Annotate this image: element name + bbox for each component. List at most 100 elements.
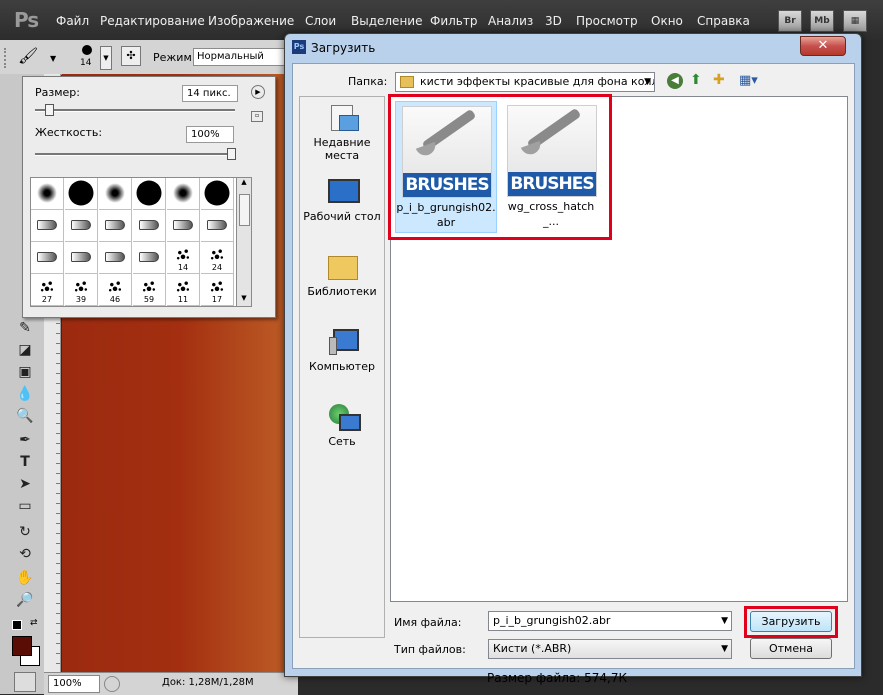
3d-rotate-icon[interactable]: ↻ (14, 522, 36, 542)
folder-select[interactable]: кисти эффекты красивые для фона колла ▼ (395, 72, 655, 92)
size-input[interactable]: 14 пикс. (182, 85, 238, 102)
status-menu-icon[interactable] (104, 676, 120, 692)
brush-preset[interactable]: 39 (65, 274, 98, 306)
brush-preset[interactable] (99, 242, 132, 274)
menu-item[interactable]: Фильтр (430, 14, 477, 28)
brush-preset[interactable] (31, 178, 64, 210)
scroll-up-icon[interactable]: ▲ (237, 178, 251, 190)
zoom-tool-icon[interactable]: 🔎 (14, 590, 36, 610)
chevron-down-icon[interactable]: ▼ (50, 54, 56, 63)
menu-item[interactable]: Справка (697, 14, 750, 28)
back-icon[interactable]: ◀ (667, 73, 683, 89)
brush-preset[interactable]: 27 (31, 274, 64, 306)
brush-preset[interactable] (99, 210, 132, 242)
hardness-slider-thumb[interactable] (227, 148, 236, 160)
view-menu-icon[interactable]: ▦▾ (739, 73, 758, 88)
brush-preset[interactable] (99, 178, 132, 210)
blur-icon[interactable]: 💧 (14, 384, 36, 404)
size-slider-thumb[interactable] (44, 104, 54, 116)
document-size: Док: 1,28M/1,28M (162, 677, 254, 688)
brush-preset[interactable] (167, 210, 200, 242)
swap-colors-icon[interactable]: ⇄ (30, 618, 38, 628)
brush-preset[interactable] (167, 178, 200, 210)
rectangle-tool-icon[interactable]: ▭ (14, 496, 36, 516)
brush-preset[interactable] (65, 242, 98, 274)
filetype-select[interactable]: Кисти (*.ABR) ▼ (488, 639, 732, 659)
brush-panel-icon[interactable]: ✣ (121, 46, 141, 66)
brush-preset[interactable] (31, 210, 64, 242)
splatter-brush-icon (175, 246, 191, 261)
brush-preset[interactable]: 14 (167, 242, 200, 274)
hardness-input[interactable]: 100% (186, 126, 234, 143)
size-slider-track[interactable] (35, 109, 235, 112)
brush-picker-toggle[interactable]: ▼ (100, 46, 112, 70)
brush-tip-icon (173, 219, 193, 230)
brush-preset[interactable] (201, 210, 234, 242)
brush-preset[interactable] (133, 210, 166, 242)
menu-item[interactable]: Слои (305, 14, 336, 28)
brush-preset[interactable] (65, 178, 98, 210)
place-label: Библиотеки (307, 285, 377, 298)
zoom-field[interactable]: 100% (48, 675, 100, 693)
spot-healing-icon[interactable]: ✎ (14, 318, 36, 338)
3d-orbit-icon[interactable]: ⟲ (14, 544, 36, 564)
mode-select[interactable]: Нормальный (193, 48, 288, 66)
brush-preset[interactable]: 59 (133, 274, 166, 306)
dodge-icon[interactable]: 🔍 (14, 406, 36, 426)
brush-tool-icon[interactable]: 🖌 (18, 46, 38, 65)
brush-preset[interactable]: 46 (99, 274, 132, 306)
place-network[interactable]: Сеть (300, 402, 384, 448)
hand-tool-icon[interactable]: ✋ (14, 568, 36, 588)
recent-places-icon (325, 103, 359, 133)
cancel-button[interactable]: Отмена (750, 638, 832, 659)
place-recent[interactable]: Недавние места (300, 103, 384, 162)
chevron-down-icon[interactable]: ▼ (721, 640, 728, 658)
preset-scrollbar[interactable]: ▲ ▼ (236, 177, 252, 307)
filename-input[interactable]: p_i_b_grungish02.abr ▼ (488, 611, 732, 631)
menu-item[interactable]: Окно (651, 14, 683, 28)
chevron-down-icon[interactable]: ▼ (721, 612, 728, 630)
brush-preset[interactable]: 24 (201, 242, 234, 274)
load-button[interactable]: Загрузить (750, 611, 832, 632)
path-selection-icon[interactable]: ➤ (14, 474, 36, 494)
menu-item[interactable]: 3D (545, 14, 562, 28)
scroll-down-icon[interactable]: ▼ (237, 294, 251, 306)
brush-preset[interactable] (65, 210, 98, 242)
close-button[interactable]: ✕ (800, 36, 846, 56)
brush-preset[interactable]: 11 (167, 274, 200, 306)
brush-preset[interactable]: 17 (201, 274, 234, 306)
scroll-thumb[interactable] (239, 194, 250, 226)
menu-item[interactable]: Изображение (208, 14, 294, 28)
foreground-color-swatch[interactable] (12, 636, 32, 656)
brush-preset[interactable] (31, 242, 64, 274)
type-tool-icon[interactable]: T (14, 452, 36, 472)
new-folder-icon[interactable]: ✚ (713, 72, 725, 88)
menu-item[interactable]: Выделение (351, 14, 422, 28)
place-computer[interactable]: Компьютер (300, 327, 384, 373)
new-preset-icon[interactable]: ▫ (251, 111, 263, 122)
bridge-button[interactable]: Br (778, 10, 802, 32)
gradient-icon[interactable]: ▣ (14, 362, 36, 382)
quick-mask-icon[interactable] (14, 672, 36, 692)
hardness-slider-track[interactable] (35, 153, 235, 156)
place-libraries[interactable]: Библиотеки (300, 252, 384, 298)
filmstrip-icon[interactable]: ▦ (843, 10, 867, 32)
default-colors-icon[interactable] (12, 620, 22, 630)
mini-bridge-button[interactable]: Mb (810, 10, 834, 32)
brush-preset[interactable] (133, 178, 166, 210)
chevron-down-icon[interactable]: ▼ (644, 73, 651, 91)
brush-preset[interactable] (133, 242, 166, 274)
picker-menu-icon[interactable]: ▶ (251, 85, 265, 99)
brush-tip-icon (71, 219, 91, 230)
place-label: Сеть (328, 435, 356, 448)
place-desktop[interactable]: Рабочий стол (300, 177, 384, 223)
menu-item[interactable]: Файл (56, 14, 89, 28)
brush-preset[interactable] (201, 178, 234, 210)
eraser-icon[interactable]: ◪ (14, 340, 36, 360)
pen-icon[interactable]: ✒ (14, 430, 36, 450)
menu-item[interactable]: Анализ (488, 14, 533, 28)
menu-item[interactable]: Просмотр (576, 14, 638, 28)
up-folder-icon[interactable]: ⬆ (690, 72, 702, 88)
brush-size-number: 46 (109, 295, 121, 304)
menu-item[interactable]: Редактирование (100, 14, 205, 28)
